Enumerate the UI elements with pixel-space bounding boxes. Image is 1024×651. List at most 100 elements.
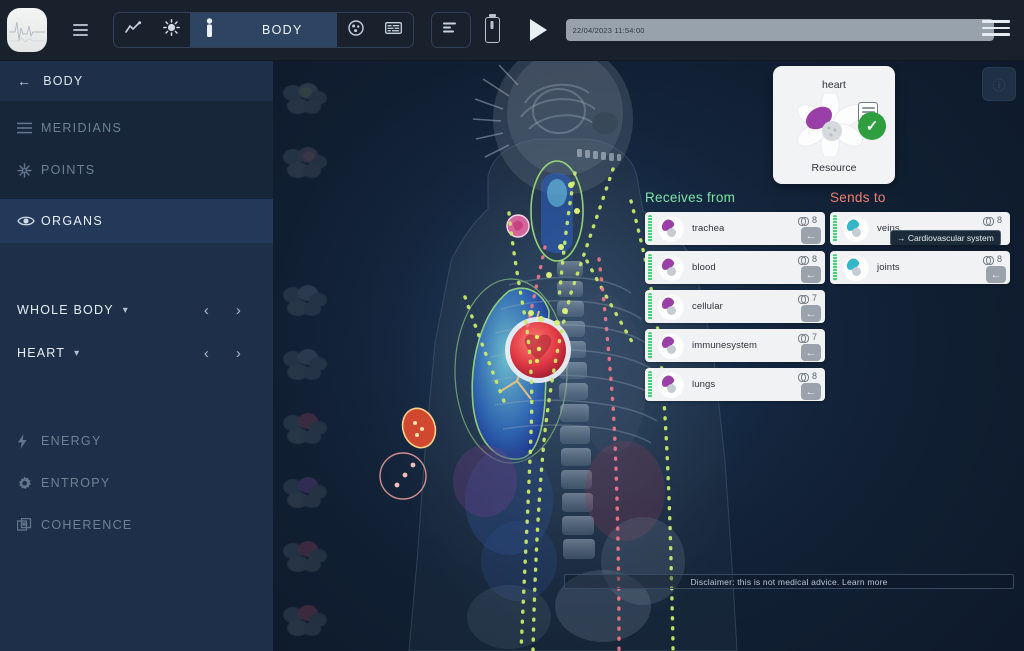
count-value: 7 <box>811 293 817 303</box>
selector-label[interactable]: HEART <box>17 346 65 360</box>
chevron-left-icon[interactable]: ‹ <box>191 302 223 319</box>
asterisk-points-icon <box>17 162 41 178</box>
sidebar-toggle-button[interactable] <box>63 13 97 47</box>
selector-label[interactable]: WHOLE BODY <box>17 303 114 317</box>
resource-card[interactable]: heart ✓ Resource <box>773 66 895 184</box>
active-mode-label[interactable]: BODY <box>228 13 337 47</box>
receive-arrow-button[interactable]: ← <box>801 344 821 361</box>
link-count: 7 <box>797 293 817 304</box>
list-item[interactable]: immunesystem 7 ← <box>645 329 825 362</box>
main-menu-button[interactable] <box>982 20 1010 36</box>
sidebar-item-label: MERIDIANS <box>41 121 123 135</box>
link-count: 8 <box>797 215 817 226</box>
list-item[interactable]: joints 8 ← <box>830 251 1010 284</box>
person-button[interactable] <box>190 13 228 47</box>
sends-to-title: Sends to <box>830 190 886 205</box>
sidebar-item-points[interactable]: POINTS <box>0 149 273 191</box>
cards-button[interactable] <box>375 13 413 47</box>
receive-arrow-button[interactable]: ← <box>801 227 821 244</box>
person-icon <box>204 18 215 42</box>
info-icon: ⓘ <box>992 77 1006 93</box>
disclaimer-banner[interactable]: Disclaimer: this is not medical advice. … <box>564 574 1014 589</box>
list-item-label: blood <box>692 262 716 273</box>
lines-icon <box>17 122 41 134</box>
link-count: 8 <box>797 254 817 265</box>
list-item[interactable]: trachea 8 ← <box>645 212 825 245</box>
link-icon <box>797 255 809 265</box>
list-item[interactable]: veins 8 → Cardiovascular system <box>830 212 1010 245</box>
bar-chart-button[interactable] <box>432 13 470 47</box>
sidebar: ← BODY MERIDIANS POINTS ORGANS WHOLE BOD… <box>0 61 273 651</box>
list-item[interactable]: blood 8 ← <box>645 251 825 284</box>
bolt-icon <box>17 433 41 449</box>
link-count: 7 <box>797 332 817 343</box>
chevron-right-icon[interactable]: › <box>223 345 255 362</box>
sidebar-item-meridians[interactable]: MERIDIANS <box>0 107 273 149</box>
gear-icon <box>17 476 41 491</box>
count-value: 8 <box>811 215 817 225</box>
timestamp-input[interactable]: 22/04/2023 11:54:00 <box>565 19 994 41</box>
cells-button[interactable] <box>337 13 375 47</box>
receive-arrow-button[interactable]: ← <box>801 266 821 283</box>
bar-chart-icon <box>442 21 459 39</box>
count-value: 8 <box>996 254 1002 264</box>
receive-arrow-button[interactable]: ← <box>801 383 821 400</box>
chevron-right-icon[interactable]: › <box>223 302 255 319</box>
strength-bar <box>648 293 652 320</box>
grid-layers-icon <box>17 517 41 533</box>
sidebar-item-coherence[interactable]: COHERENCE <box>0 504 273 546</box>
arrow-left-icon: ← <box>805 307 817 320</box>
sun-icon <box>162 19 180 41</box>
top-toolbar: BODY 22/04/2023 11:54:00 <box>0 0 1024 61</box>
play-icon <box>530 19 548 41</box>
sidebar-item-label: COHERENCE <box>41 518 133 532</box>
resource-card-title: heart <box>822 79 846 91</box>
sidebar-layer-group: MERIDIANS POINTS <box>0 101 273 199</box>
sidebar-item-energy[interactable]: ENERGY <box>0 420 273 462</box>
list-item-label: immunesystem <box>692 340 758 351</box>
arrow-left-icon: ← <box>805 268 817 281</box>
sidebar-item-label: ORGANS <box>41 214 103 228</box>
sends-to-panel: Sends to veins 8 → Cardiovascular system… <box>830 190 1010 290</box>
organ-icon <box>658 293 684 320</box>
chevron-down-icon[interactable]: ▾ <box>123 305 129 316</box>
list-item[interactable]: lungs 8 ← <box>645 368 825 401</box>
sidebar-header-label: BODY <box>43 74 84 88</box>
arrow-left-icon: ← <box>17 73 33 89</box>
sidebar-item-label: POINTS <box>41 163 96 177</box>
sun-button[interactable] <box>152 13 190 47</box>
strength-bar <box>648 332 652 359</box>
send-arrow-button[interactable]: ← <box>986 266 1006 283</box>
trend-line-button[interactable] <box>114 13 152 47</box>
battery-icon <box>484 14 500 43</box>
card-grid-icon <box>385 21 403 39</box>
strength-bar <box>648 254 652 281</box>
cell-molecule-icon <box>347 19 364 41</box>
receive-arrow-button[interactable]: ← <box>801 305 821 322</box>
receives-from-panel: Receives from trachea 8 ← blood 8 ← cell… <box>645 190 825 407</box>
selector-whole-body: WHOLE BODY ▾ ‹ › <box>0 289 273 331</box>
chevron-down-icon[interactable]: ▾ <box>74 348 80 359</box>
check-circle-icon[interactable]: ✓ <box>858 112 886 140</box>
sidebar-item-organs[interactable]: ORGANS <box>0 199 273 243</box>
arrow-left-icon: ← <box>990 268 1002 281</box>
sidebar-item-label: ENERGY <box>41 434 102 448</box>
organ-icon <box>843 215 869 242</box>
sidebar-item-label: ENTROPY <box>41 476 111 490</box>
strength-bar <box>648 215 652 242</box>
arrow-left-icon: ← <box>805 346 817 359</box>
chart-tool-group <box>430 12 471 48</box>
count-value: 8 <box>996 215 1002 225</box>
link-icon <box>797 294 809 304</box>
strength-bar <box>833 215 837 242</box>
sidebar-back-header[interactable]: ← BODY <box>0 61 273 101</box>
play-button[interactable] <box>522 13 556 47</box>
info-button[interactable]: ⓘ <box>982 67 1016 101</box>
sidebar-item-entropy[interactable]: ENTROPY <box>0 462 273 504</box>
link-icon <box>797 372 809 382</box>
organ-icon <box>658 254 684 281</box>
disclaimer-text: Disclaimer: this is not medical advice. … <box>690 576 888 587</box>
chevron-left-icon[interactable]: ‹ <box>191 345 223 362</box>
app-logo[interactable] <box>7 8 47 52</box>
list-item[interactable]: cellular 7 ← <box>645 290 825 323</box>
